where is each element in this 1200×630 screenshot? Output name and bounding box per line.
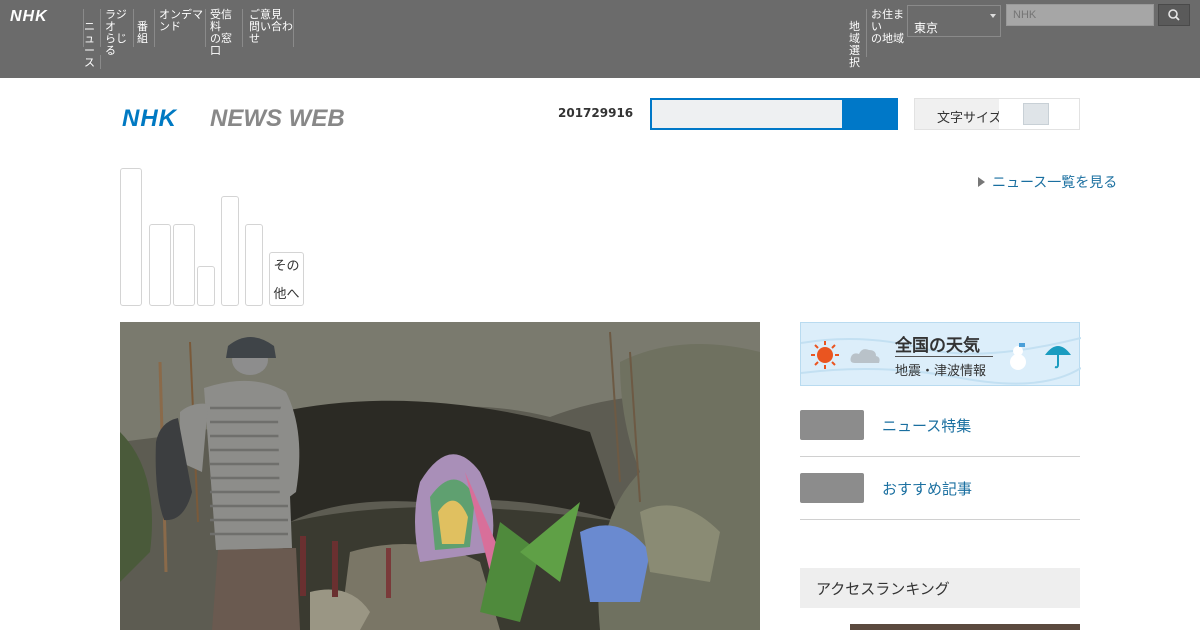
region-select[interactable]: 東京 [907, 5, 1001, 37]
global-nav-item-ondemand[interactable]: オンデマ ンド [154, 9, 206, 47]
access-ranking-heading: アクセスランキング [800, 568, 1080, 608]
category-tab[interactable] [197, 266, 215, 306]
weather-title: 全国の天気 [895, 336, 980, 356]
side-link-label: ニュース特集 [882, 417, 972, 435]
svg-text:NHK: NHK [122, 105, 178, 132]
category-tab[interactable] [120, 168, 142, 306]
divider [895, 356, 993, 357]
ranking-thumbnail-image[interactable] [850, 624, 1080, 630]
divider [100, 55, 101, 69]
side-link-special-features[interactable]: ニュース特集 [800, 410, 1080, 457]
site-search-button[interactable] [842, 100, 896, 128]
region-nav: 地域 選択 お住まい の地域 [849, 9, 906, 69]
triangle-right-icon [978, 177, 985, 187]
region-nav-item-home[interactable]: お住まい の地域 [866, 9, 906, 57]
side-link-label: おすすめ記事 [882, 480, 973, 498]
thumbnail-image [800, 410, 864, 440]
nhk-search-input[interactable] [1006, 4, 1154, 26]
umbrella-icon [1045, 346, 1071, 369]
region-nav-item-area[interactable]: 地域 選択 [849, 9, 867, 69]
cloud-icon [850, 349, 880, 363]
text-size-control: 文字サイズ [914, 98, 1080, 130]
text-size-label: 文字サイズ [937, 111, 1002, 126]
nhk-search-button[interactable] [1158, 4, 1190, 26]
snowman-icon [1010, 343, 1026, 370]
thumbnail-image [800, 473, 864, 503]
text-size-knob[interactable] [1023, 103, 1049, 125]
global-nav: ニュ ース ラジオ らじる 番組 オンデマ ンド 受信料 の窓口 ご意見 問い合… [83, 9, 294, 69]
category-tab[interactable] [173, 224, 195, 306]
nhk-global-bar: NHK ニュ ース ラジオ らじる 番組 オンデマ ンド 受信料 の窓口 ご意見… [0, 0, 1200, 78]
news-web-logo[interactable]: NHK NEWS WEB [122, 101, 372, 133]
global-nav-item-fee[interactable]: 受信料 の窓口 [205, 9, 243, 57]
search-icon [1168, 9, 1180, 21]
earthquake-tsunami-label: 地震・津波情報 [895, 364, 987, 379]
site-search-input[interactable] [652, 100, 842, 128]
category-tab[interactable] [221, 196, 239, 306]
site-search [650, 98, 898, 130]
global-nav-item-radio[interactable]: ラジオ らじる [100, 9, 134, 57]
sun-icon [811, 341, 839, 369]
chevron-down-icon [990, 14, 996, 18]
cave-scene-image [120, 322, 760, 630]
region-select-value: 東京 [914, 21, 939, 35]
more-categories-tab[interactable]: その 他へ [269, 252, 304, 306]
category-tab[interactable] [245, 224, 263, 306]
global-nav-item-news[interactable]: ニュ ース [83, 9, 101, 69]
weather-banner[interactable]: 全国の天気 地震・津波情報 [800, 322, 1081, 386]
svg-text:NHK: NHK [10, 8, 48, 23]
category-tab[interactable] [149, 224, 171, 306]
main-news-photo[interactable] [120, 322, 760, 630]
text-size-toggle[interactable] [999, 99, 1079, 129]
news-list-link[interactable]: ニュース一覧を見る [978, 172, 1117, 192]
side-link-recommended[interactable]: おすすめ記事 [800, 473, 1080, 520]
global-nav-item-programs[interactable]: 番組 [133, 9, 155, 47]
nhk-logo[interactable]: NHK [10, 7, 66, 23]
global-nav-item-contact[interactable]: ご意見 問い合わ せ [242, 9, 294, 47]
date-display: 201729916 [558, 106, 634, 120]
svg-text:NEWS WEB: NEWS WEB [210, 105, 345, 132]
